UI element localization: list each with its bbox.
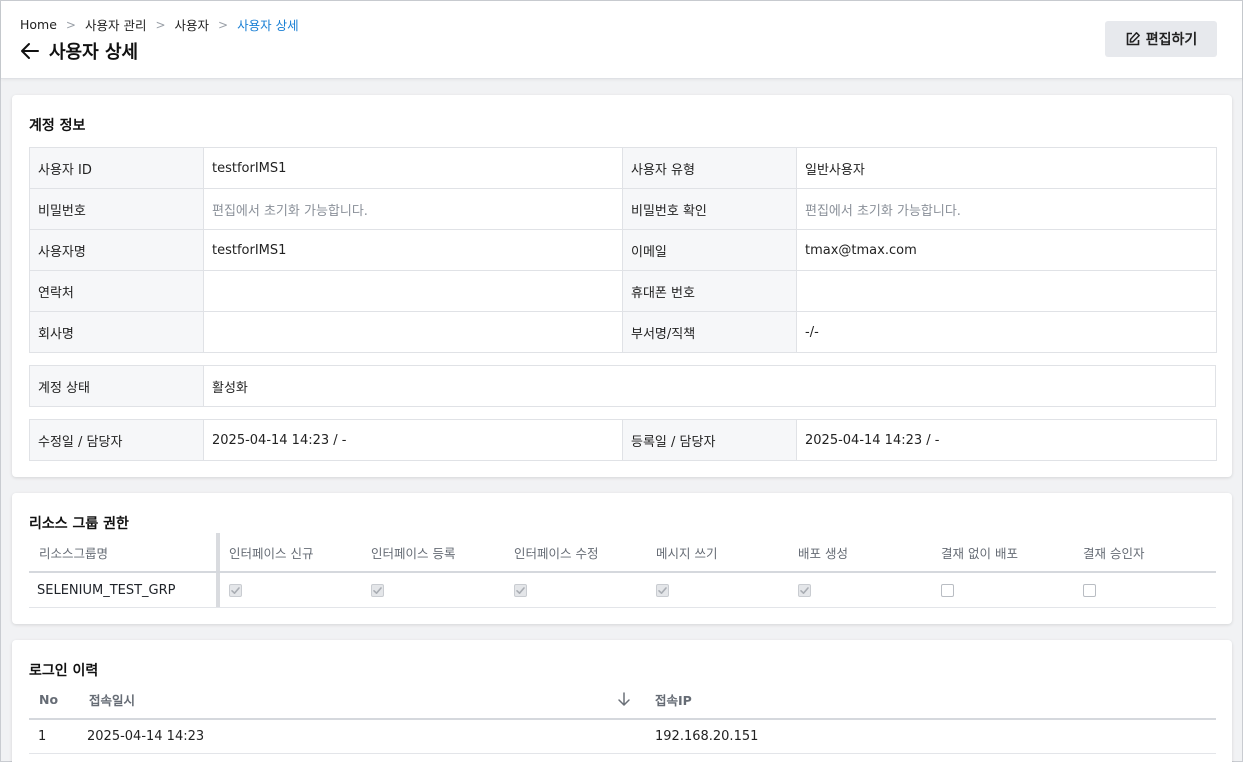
permission-checkbox-checked[interactable] xyxy=(371,583,384,597)
permission-checkbox-checked[interactable] xyxy=(229,583,242,597)
chevron-right-icon: > xyxy=(155,17,166,32)
permission-checkbox[interactable] xyxy=(941,583,954,597)
edit-button-label: 편집하기 xyxy=(1145,32,1198,48)
breadcrumb-home[interactable]: Home xyxy=(20,17,57,32)
row-no: 1 xyxy=(38,729,47,744)
password-value: 편집에서 초기화 가능합니다. xyxy=(203,188,623,230)
registered-value: 2025-04-14 14:23 / - xyxy=(796,419,1217,461)
resource-permission-card: 리소스 그룹 권한 리소스그룹명 인터페이스 신규 인터페이스 등록 인터페이스… xyxy=(12,493,1232,624)
permission-checkbox-cell xyxy=(941,573,954,607)
breadcrumb-current: 사용자 상세 xyxy=(237,18,299,33)
info-row: 사용자명 testforIMS1 이메일 tmax@tmax.com xyxy=(29,229,1217,271)
arrow-left-icon[interactable] xyxy=(19,40,41,62)
row-access-time: 2025-04-14 14:23 xyxy=(87,729,205,744)
check-icon xyxy=(516,586,525,594)
col-interface-register: 인터페이스 등록 xyxy=(371,545,456,561)
breadcrumb-user-management[interactable]: 사용자 관리 xyxy=(85,15,146,34)
email-value: tmax@tmax.com xyxy=(796,229,1217,271)
group-name-cell: SELENIUM_TEST_GRP xyxy=(37,582,176,598)
check-icon xyxy=(800,586,809,594)
login-history-title: 로그인 이력 xyxy=(29,663,99,679)
col-deploy-without-approval: 결재 없이 배포 xyxy=(941,545,1018,561)
group-name-header: 리소스그룹명 xyxy=(39,545,109,561)
page-title: 사용자 상세 xyxy=(49,42,139,63)
col-deploy-create: 배포 생성 xyxy=(798,545,848,561)
contact-value xyxy=(203,270,623,312)
account-info-title: 계정 정보 xyxy=(29,118,86,134)
registered-label: 등록일 / 담당자 xyxy=(622,419,797,461)
col-approver: 결재 승인자 xyxy=(1083,545,1145,561)
info-row: 연락처 휴대폰 번호 xyxy=(29,270,1217,312)
check-icon xyxy=(231,586,240,594)
resource-permission-title: 리소스 그룹 권한 xyxy=(29,516,129,532)
permission-checkbox-checked[interactable] xyxy=(514,583,527,597)
account-info-table: 사용자 ID testforIMS1 사용자 유형 일반사용자 비밀번호 편집에… xyxy=(29,147,1217,353)
account-info-card: 계정 정보 사용자 ID testforIMS1 사용자 유형 일반사용자 비밀… xyxy=(12,95,1232,477)
check-icon xyxy=(658,586,667,594)
info-row: 사용자 ID testforIMS1 사용자 유형 일반사용자 xyxy=(29,147,1217,189)
column-divider xyxy=(216,573,220,607)
password-label: 비밀번호 xyxy=(29,188,204,230)
access-time-header[interactable]: 접속일시 xyxy=(89,680,135,718)
account-status-label: 계정 상태 xyxy=(29,365,204,407)
chevron-right-icon: > xyxy=(218,17,229,32)
company-value xyxy=(203,311,623,353)
permission-checkbox-cell xyxy=(656,573,669,607)
no-header: No xyxy=(39,691,59,707)
email-label: 이메일 xyxy=(622,229,797,271)
account-status-table: 계정 상태 활성화 xyxy=(29,365,1216,407)
account-dates-table: 수정일 / 담당자 2025-04-14 14:23 / - 등록일 / 담당자… xyxy=(29,419,1217,461)
info-row: 비밀번호 편집에서 초기화 가능합니다. 비밀번호 확인 편집에서 초기화 가능… xyxy=(29,188,1217,230)
chevron-right-icon: > xyxy=(65,17,76,32)
permission-checkbox-cell xyxy=(229,573,242,607)
table-row: 1 2025-04-14 14:23 192.168.20.151 xyxy=(29,720,1216,754)
user-name-value: testforIMS1 xyxy=(203,229,623,271)
login-history-header: No 접속일시 접속IP xyxy=(29,680,1216,720)
permission-checkbox-checked[interactable] xyxy=(656,583,669,597)
user-id-label: 사용자 ID xyxy=(29,147,204,189)
check-icon xyxy=(373,586,382,594)
company-label: 회사명 xyxy=(29,311,204,353)
password-confirm-value: 편집에서 초기화 가능합니다. xyxy=(796,188,1217,230)
mobile-label: 휴대폰 번호 xyxy=(622,270,797,312)
modified-label: 수정일 / 담당자 xyxy=(29,419,204,461)
department-label: 부서명/직책 xyxy=(622,311,797,353)
login-history-card: 로그인 이력 No 접속일시 접속IP 1 2025-04-14 14:23 1… xyxy=(12,640,1232,762)
col-interface-modify: 인터페이스 수정 xyxy=(514,545,599,561)
breadcrumb-users[interactable]: 사용자 xyxy=(175,15,210,34)
col-message-write: 메시지 쓰기 xyxy=(656,545,718,561)
breadcrumb: Home > 사용자 관리 > 사용자 > 사용자 상세 xyxy=(20,15,299,34)
user-name-label: 사용자명 xyxy=(29,229,204,271)
permission-checkbox-cell xyxy=(371,573,384,607)
edit-button[interactable]: 편집하기 xyxy=(1105,21,1217,57)
user-id-value: testforIMS1 xyxy=(203,147,623,189)
account-status-value: 활성화 xyxy=(203,365,1216,407)
edit-icon xyxy=(1126,32,1140,46)
contact-label: 연락처 xyxy=(29,270,204,312)
password-confirm-label: 비밀번호 확인 xyxy=(622,188,797,230)
column-divider xyxy=(216,533,220,571)
user-type-value: 일반사용자 xyxy=(796,147,1217,189)
access-ip-header: 접속IP xyxy=(655,692,692,708)
arrow-down-icon[interactable] xyxy=(617,680,631,718)
user-type-label: 사용자 유형 xyxy=(622,147,797,189)
info-row: 회사명 부서명/직책 -/- xyxy=(29,311,1217,353)
page-header: Home > 사용자 관리 > 사용자 > 사용자 상세 사용자 상세 편집하기 xyxy=(1,1,1242,79)
permission-checkbox-cell xyxy=(1083,573,1096,607)
permission-table-header: 리소스그룹명 인터페이스 신규 인터페이스 등록 인터페이스 수정 메시지 쓰기… xyxy=(29,533,1216,573)
col-interface-new: 인터페이스 신규 xyxy=(229,545,314,561)
mobile-value xyxy=(796,270,1217,312)
department-value: -/- xyxy=(796,311,1217,353)
permission-checkbox-cell xyxy=(798,573,811,607)
row-access-ip: 192.168.20.151 xyxy=(655,729,759,744)
permission-checkbox-cell xyxy=(514,573,527,607)
permission-checkbox-checked[interactable] xyxy=(798,583,811,597)
permission-checkbox[interactable] xyxy=(1083,583,1096,597)
table-row: SELENIUM_TEST_GRP xyxy=(29,573,1216,608)
modified-value: 2025-04-14 14:23 / - xyxy=(203,419,623,461)
